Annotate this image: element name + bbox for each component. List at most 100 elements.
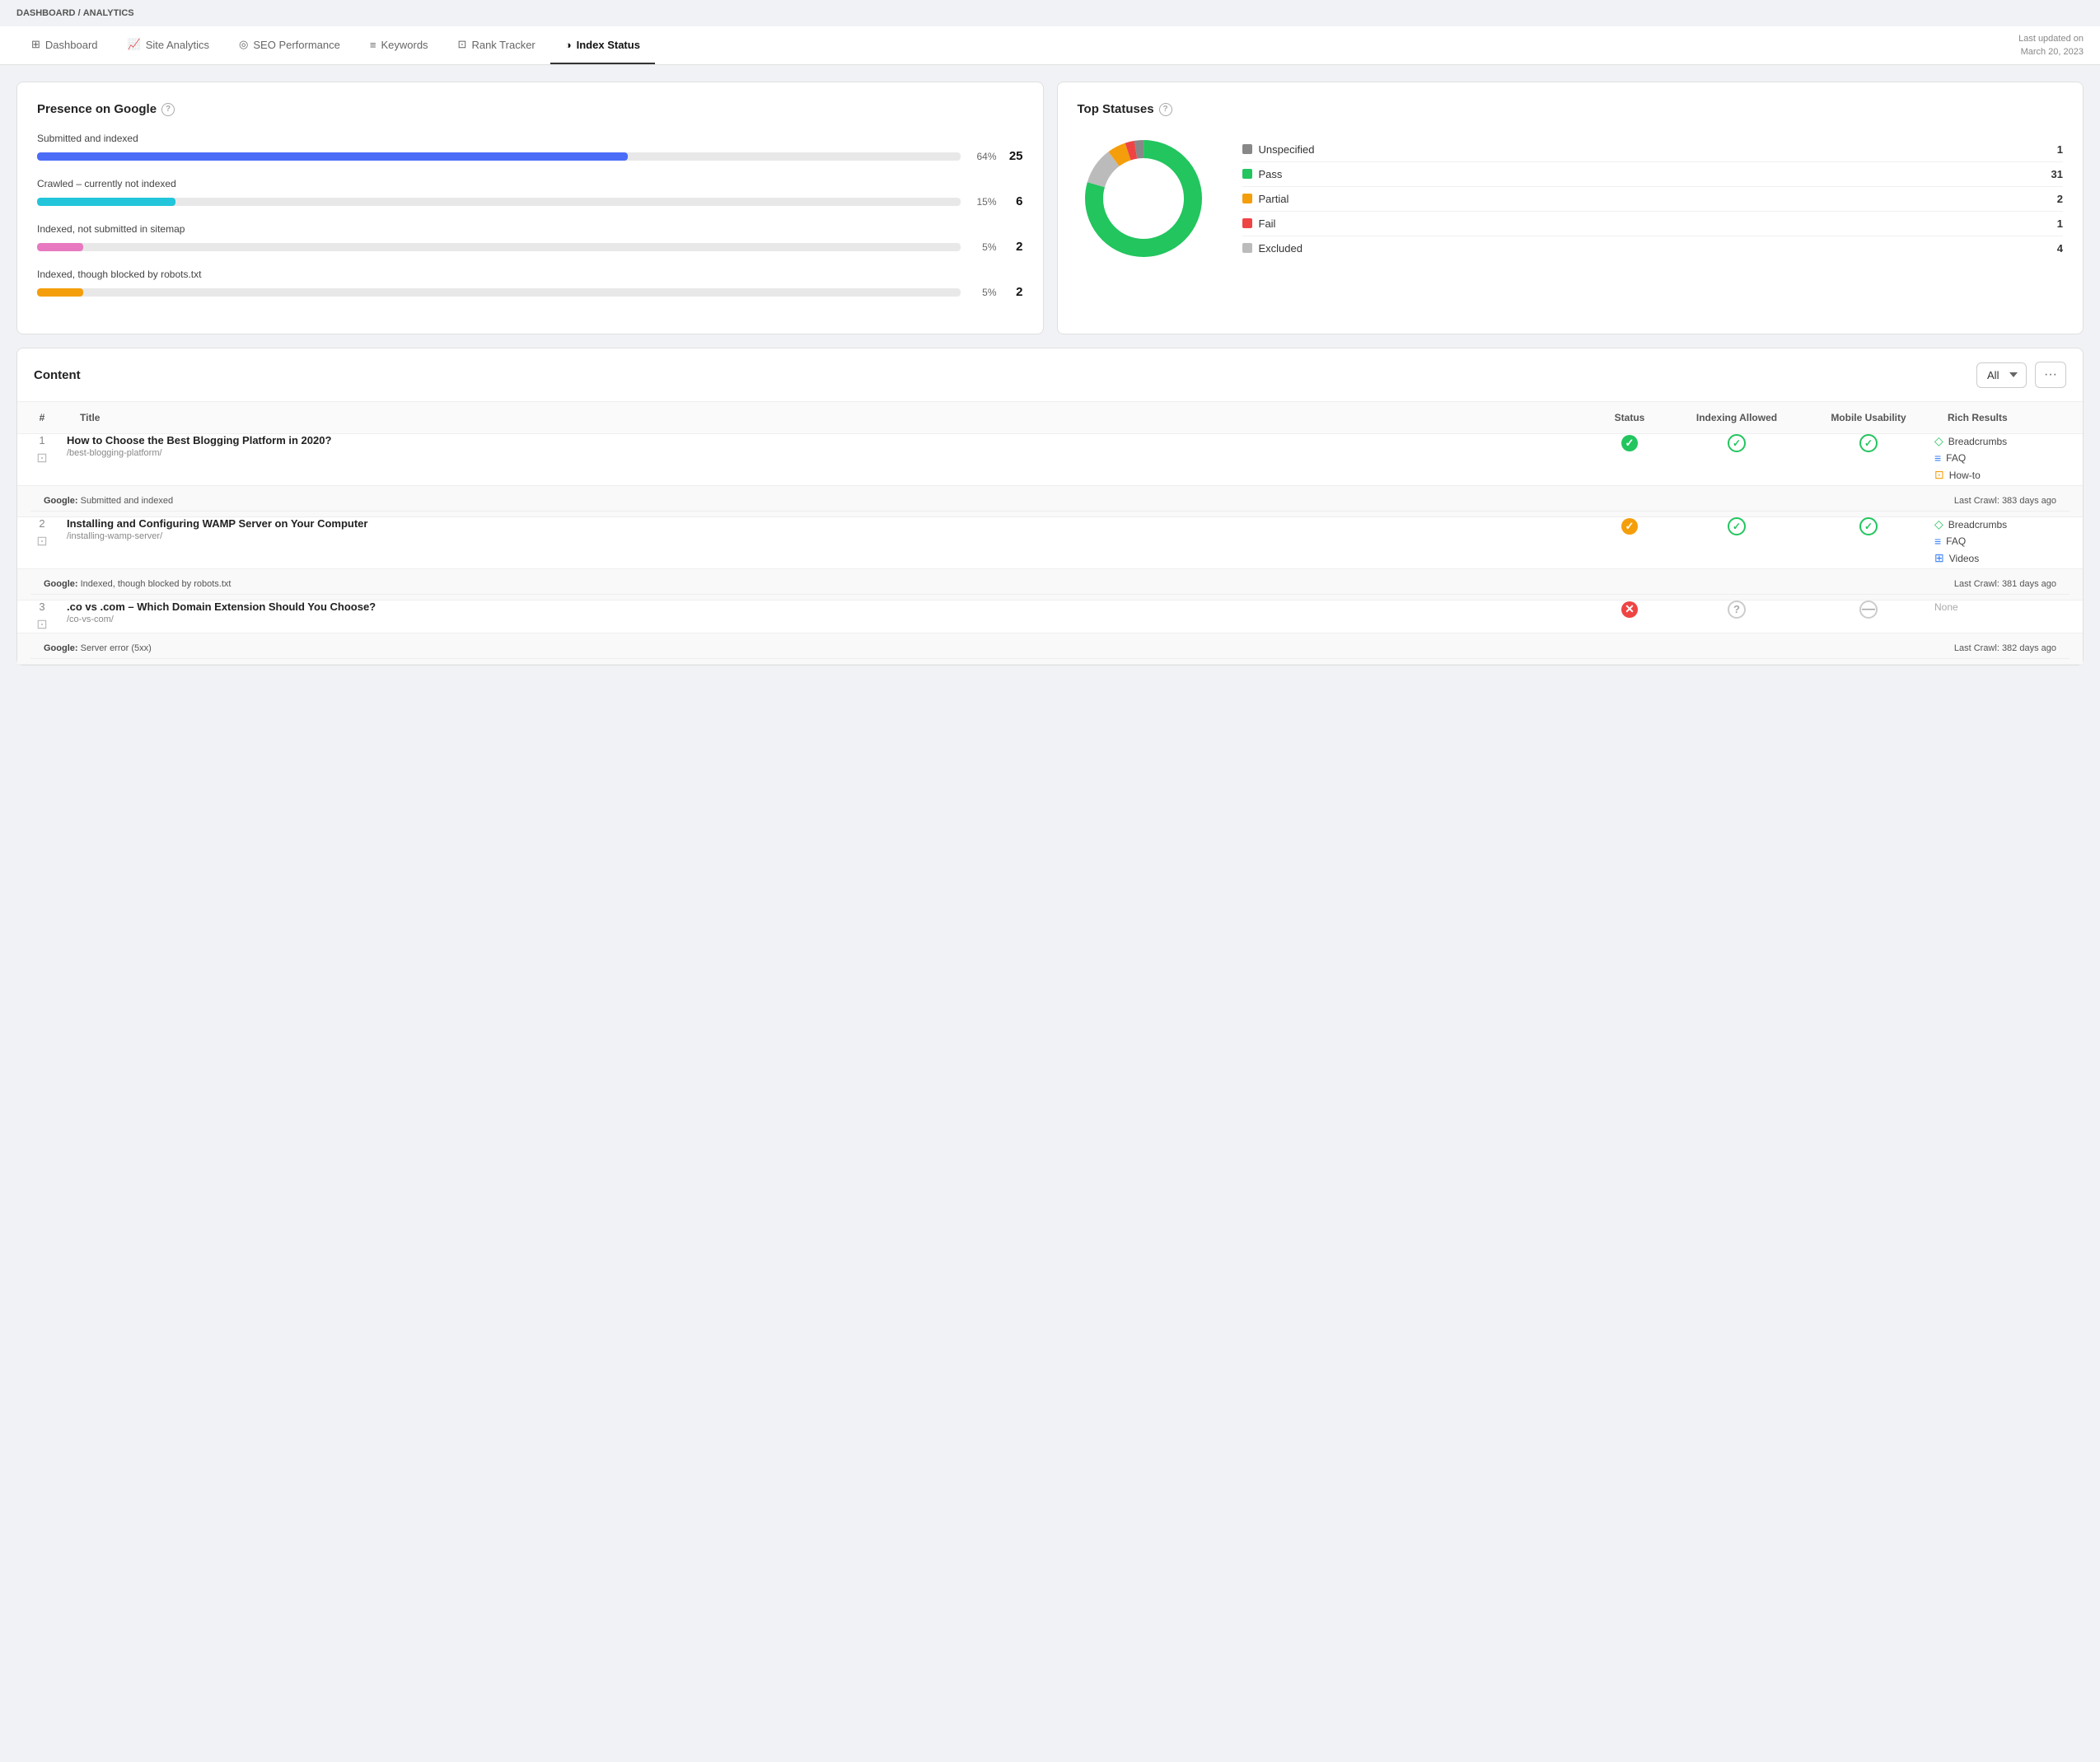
row-title[interactable]: How to Choose the Best Blogging Platform…	[67, 434, 1588, 446]
indexing-circle-pass: ✓	[1728, 517, 1746, 535]
tab-icon-rank-tracker: ⊡	[458, 38, 467, 51]
row-number: 1	[39, 434, 44, 446]
rich-icon: ≡	[1934, 535, 1941, 548]
tabs-bar: ⊞Dashboard📈Site Analytics◎SEO Performanc…	[0, 26, 2100, 65]
rich-label: FAQ	[1946, 535, 1966, 547]
google-status-text: Submitted and indexed	[81, 496, 174, 506]
legend-count-excluded: 4	[2057, 242, 2063, 255]
tab-rank-tracker[interactable]: ⊡Rank Tracker	[443, 26, 550, 64]
row-num-cell: 3 ⊡	[17, 601, 67, 633]
row-num-cell: 1 ⊡	[17, 434, 67, 486]
svg-text:✕: ✕	[1625, 602, 1635, 615]
more-options-button[interactable]: ···	[2035, 362, 2066, 388]
bar-fill-indexed-blocked	[37, 288, 83, 297]
row-url[interactable]: /co-vs-com/	[67, 615, 1588, 624]
legend-item-pass: Pass 31	[1242, 162, 2064, 187]
bar-fill-submitted-indexed	[37, 152, 628, 161]
statuses-card: Top Statuses ? Unspecified 1 Pass 31 Par…	[1057, 82, 2084, 334]
content-controls: All ···	[1976, 362, 2066, 388]
statuses-help-icon[interactable]: ?	[1159, 103, 1172, 116]
row-indexing-cell: ?	[1671, 601, 1803, 633]
svg-text:—: —	[1862, 602, 1875, 616]
legend-item-unspecified: Unspecified 1	[1242, 138, 2064, 162]
tab-dashboard[interactable]: ⊞Dashboard	[16, 26, 113, 64]
bar-bg-crawled-not-indexed	[37, 198, 961, 206]
svg-text:?: ?	[1733, 603, 1740, 615]
google-status-row: Google: Indexed, though blocked by robot…	[17, 569, 2083, 601]
legend-dot-fail	[1242, 218, 1252, 228]
bar-label-submitted-indexed: Submitted and indexed	[37, 133, 1023, 144]
tab-label-seo-performance: SEO Performance	[253, 39, 340, 51]
breadcrumb-separator: /	[78, 8, 81, 18]
bar-fill-indexed-not-submitted	[37, 243, 83, 251]
rich-label: Breadcrumbs	[1948, 519, 2007, 530]
mobile-circle-neutral: —	[1859, 601, 1878, 619]
legend-label-pass: Pass	[1259, 168, 1283, 180]
doc-icon: ⊡	[36, 533, 47, 549]
top-cards: Presence on Google ? Submitted and index…	[16, 82, 2084, 334]
legend-dot-unspecified	[1242, 144, 1252, 154]
legend-label-excluded: Excluded	[1259, 242, 1303, 255]
row-title[interactable]: .co vs .com – Which Domain Extension Sho…	[67, 601, 1588, 613]
last-crawl: Last Crawl: 383 days ago	[1954, 496, 2056, 506]
rich-icon: ⊞	[1934, 551, 1944, 565]
table-header-row: # Title Status Indexing Allowed Mobile U…	[17, 402, 2083, 434]
tab-site-analytics[interactable]: 📈Site Analytics	[113, 26, 225, 64]
bar-count-indexed-not-submitted: 2	[1007, 240, 1023, 254]
bar-bg-submitted-indexed	[37, 152, 961, 161]
svg-text:✓: ✓	[1864, 437, 1873, 449]
rich-item: ≡ FAQ	[1934, 535, 2083, 548]
row-url[interactable]: /installing-wamp-server/	[67, 531, 1588, 541]
filter-select[interactable]: All	[1976, 362, 2027, 388]
bar-pct-crawled-not-indexed: 15%	[970, 196, 997, 208]
google-status-text: Indexed, though blocked by robots.txt	[81, 579, 232, 589]
status-circle-fail: ✕	[1621, 601, 1639, 619]
main-content: Presence on Google ? Submitted and index…	[0, 65, 2100, 682]
status-circle-partial: ✓	[1621, 517, 1639, 535]
content-title: Content	[34, 368, 81, 382]
presence-card: Presence on Google ? Submitted and index…	[16, 82, 1044, 334]
tab-index-status[interactable]: ◑Index Status	[550, 26, 655, 64]
table-row: 1 ⊡ How to Choose the Best Blogging Plat…	[17, 434, 2083, 486]
doc-icon: ⊡	[36, 616, 47, 633]
presence-help-icon[interactable]: ?	[161, 103, 175, 116]
google-status-row: Google: Server error (5xx) Last Crawl: 3…	[17, 633, 2083, 665]
row-title[interactable]: Installing and Configuring WAMP Server o…	[67, 517, 1588, 530]
table-row: 3 ⊡ .co vs .com – Which Domain Extension…	[17, 601, 2083, 633]
breadcrumb-dashboard[interactable]: DASHBOARD	[16, 8, 76, 18]
bar-indexed-not-submitted: Indexed, not submitted in sitemap 5% 2	[37, 223, 1023, 254]
google-status-cell: Google: Server error (5xx) Last Crawl: 3…	[17, 633, 2083, 665]
tab-label-keywords: Keywords	[381, 39, 428, 51]
row-status-cell: ✕	[1588, 601, 1671, 633]
rich-icon: ◇	[1934, 517, 1943, 531]
rich-label: Videos	[1949, 553, 1979, 564]
legend-item-excluded: Excluded 4	[1242, 236, 2064, 260]
mobile-circle-pass: ✓	[1859, 434, 1878, 452]
svg-text:✓: ✓	[1625, 437, 1635, 449]
svg-text:✓: ✓	[1733, 521, 1741, 532]
rich-label: How-to	[1949, 470, 1981, 481]
status-circle-pass: ✓	[1621, 434, 1639, 452]
content-header: Content All ···	[17, 348, 2083, 402]
legend-item-partial: Partial 2	[1242, 187, 2064, 212]
rich-icon: ≡	[1934, 451, 1941, 465]
tab-keywords[interactable]: ≡Keywords	[355, 26, 443, 64]
col-status: Status	[1588, 402, 1671, 434]
rich-item: ≡ FAQ	[1934, 451, 2083, 465]
bar-crawled-not-indexed: Crawled – currently not indexed 15% 6	[37, 178, 1023, 208]
rich-item: ◇ Breadcrumbs	[1934, 434, 2083, 448]
doc-icon: ⊡	[36, 450, 47, 466]
mobile-circle-pass: ✓	[1859, 517, 1878, 535]
row-number: 2	[39, 517, 44, 530]
tab-seo-performance[interactable]: ◎SEO Performance	[224, 26, 355, 64]
last-crawl: Last Crawl: 381 days ago	[1954, 579, 2056, 589]
legend-label-partial: Partial	[1259, 193, 1289, 205]
tabs: ⊞Dashboard📈Site Analytics◎SEO Performanc…	[16, 26, 655, 64]
legend-dot-excluded	[1242, 243, 1252, 253]
breadcrumb: DASHBOARD / ANALYTICS	[0, 0, 2100, 26]
google-label: Google:	[44, 643, 81, 653]
last-crawl: Last Crawl: 382 days ago	[1954, 643, 2056, 653]
row-indexing-cell: ✓	[1671, 434, 1803, 486]
row-url[interactable]: /best-blogging-platform/	[67, 448, 1588, 458]
bar-fill-crawled-not-indexed	[37, 198, 175, 206]
